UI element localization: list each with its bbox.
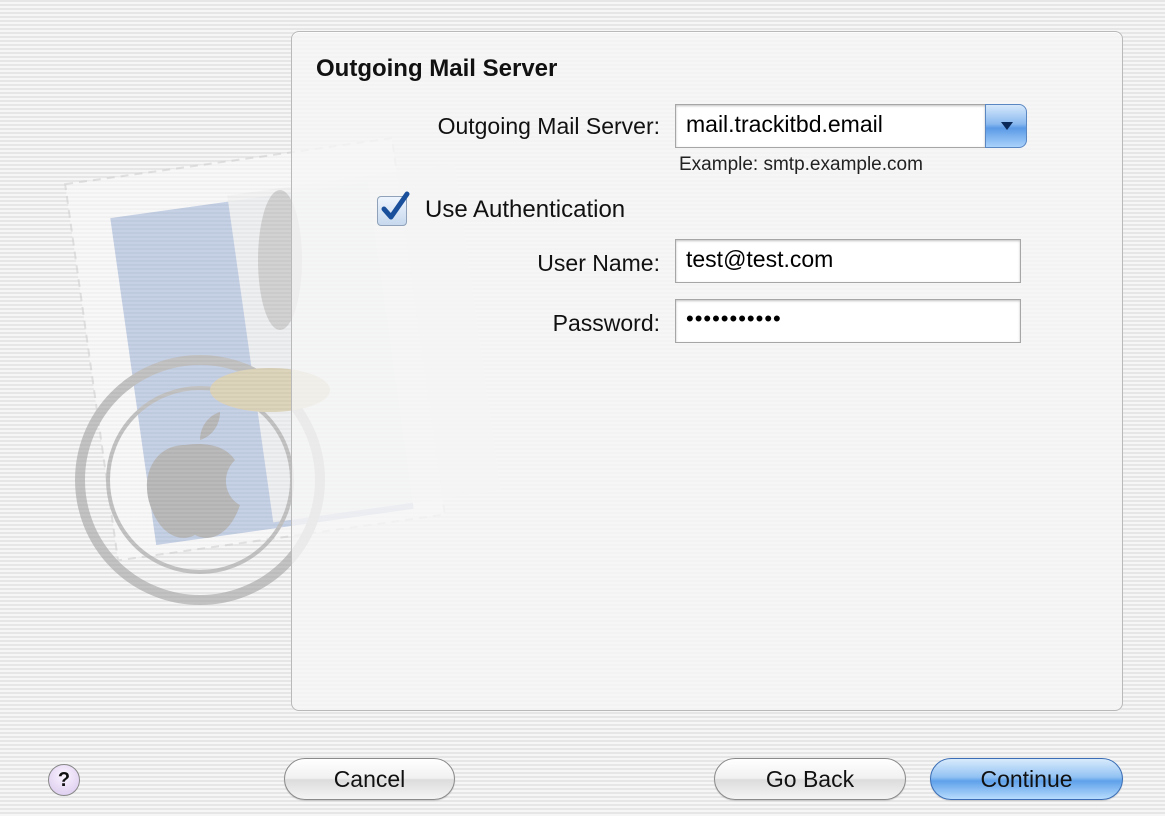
panel-title: Outgoing Mail Server <box>316 55 558 82</box>
outgoing-server-combobox[interactable]: mail.trackitbd.email <box>675 104 1027 148</box>
outgoing-server-field[interactable]: mail.trackitbd.email <box>675 104 985 148</box>
go-back-button[interactable]: Go Back <box>714 758 906 800</box>
use-authentication-checkbox[interactable] <box>377 191 410 226</box>
username-label: User Name: <box>537 250 660 276</box>
chevron-down-icon <box>1001 122 1013 130</box>
checkmark-icon <box>381 191 410 220</box>
cancel-button[interactable]: Cancel <box>284 758 455 800</box>
server-dropdown-button[interactable] <box>985 104 1027 148</box>
mail-setup-window: Outgoing Mail Server Outgoing Mail Serve… <box>0 0 1165 816</box>
help-button[interactable]: ? <box>48 764 80 796</box>
username-field[interactable]: test@test.com <box>675 239 1021 283</box>
use-authentication-label[interactable]: Use Authentication <box>425 196 625 224</box>
outgoing-server-label: Outgoing Mail Server: <box>437 113 660 139</box>
password-field[interactable]: ••••••••••• <box>675 299 1021 343</box>
continue-button[interactable]: Continue <box>930 758 1123 800</box>
server-example-hint: Example: smtp.example.com <box>679 154 923 175</box>
password-label: Password: <box>552 310 660 336</box>
